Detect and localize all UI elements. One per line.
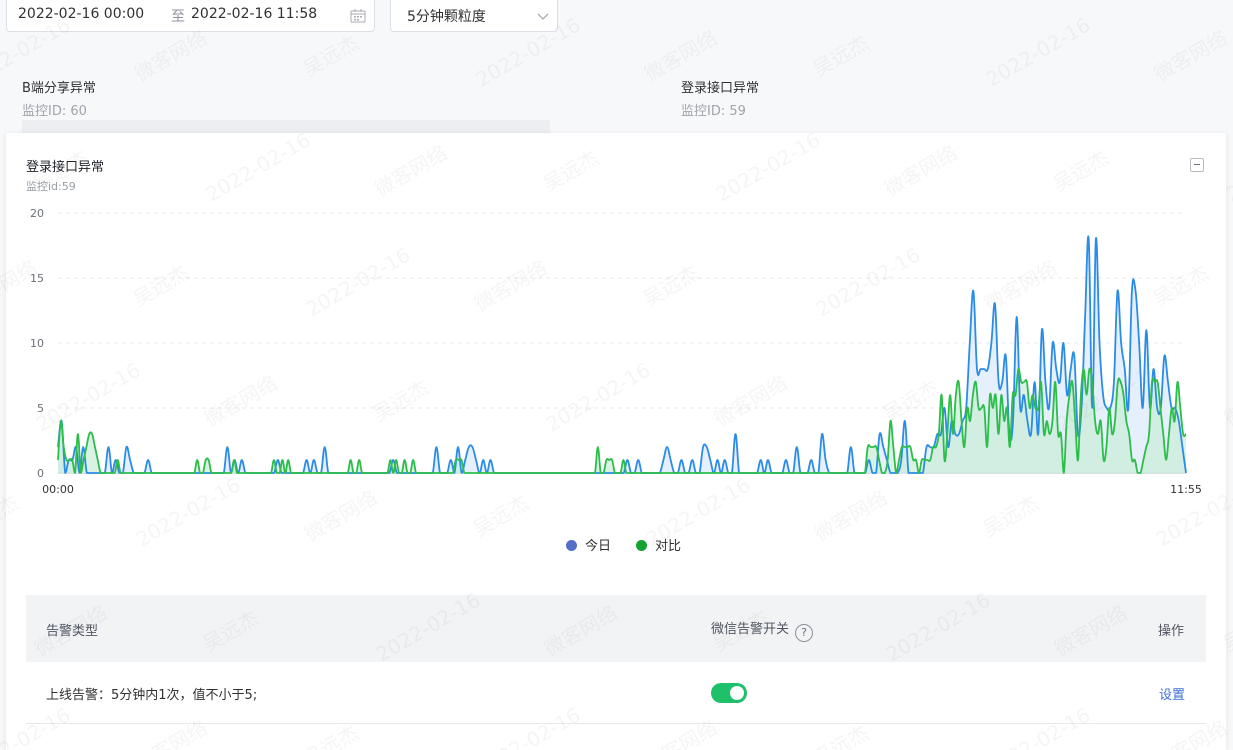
help-icon[interactable]: ? (795, 624, 814, 642)
trend-chart: 0 5 10 15 20 00:00 11:55 (30, 207, 1202, 496)
panel-monitor-id: 监控id:59 (26, 180, 76, 193)
legend-label-compare: 对比 (655, 539, 682, 554)
toolbar: 2022-02-16 00:00 至 2022-02-16 11:58 5分钟颗… (0, 0, 1233, 40)
chevron-down-icon (537, 9, 549, 25)
monitor-card-id-60: 监控ID: 60 (22, 104, 87, 119)
legend-dot-today (566, 540, 577, 551)
granularity-select[interactable]: 5分钟颗粒度 (390, 0, 558, 32)
monitor-detail-panel: 登录接口异常 监控id:59 0 5 10 15 20 00:00 11:55 今日 对比 … (6, 133, 1226, 750)
table-header: 告警类型 微信告警开关? 操作 (26, 595, 1206, 662)
header-ops: 操作 (1158, 624, 1185, 639)
range-separator: 至 (171, 9, 185, 25)
alert-rule-text: 上线告警：5分钟内1次，值不小于5; (46, 688, 258, 703)
legend-item-today[interactable]: 今日 (566, 535, 611, 554)
x-tick-label-start: 00:00 (42, 483, 74, 496)
legend-dot-compare (636, 540, 647, 551)
granularity-value: 5分钟颗粒度 (407, 9, 486, 25)
y-tick-label: 0 (37, 467, 44, 480)
legend-item-compare[interactable]: 对比 (636, 535, 681, 554)
y-tick-label: 5 (37, 402, 44, 415)
legend-label-today: 今日 (585, 539, 612, 554)
start-time-input[interactable]: 2022-02-16 00:00 (18, 6, 144, 22)
panel-title: 登录接口异常 (26, 160, 105, 175)
y-tick-label: 15 (30, 272, 44, 285)
y-tick-label: 20 (30, 207, 44, 220)
toggle-knob (730, 686, 744, 700)
header-alert-type: 告警类型 (46, 624, 99, 639)
date-range-picker[interactable]: 2022-02-16 00:00 至 2022-02-16 11:58 (6, 0, 375, 32)
x-tick-label-end: 11:55 (1170, 483, 1202, 496)
header-wechat-label: 微信告警开关 (711, 622, 790, 637)
header-wechat-switch: 微信告警开关? (711, 618, 814, 642)
card-chart-strip (22, 120, 550, 134)
end-time-input[interactable]: 2022-02-16 11:58 (191, 6, 317, 22)
y-tick-label: 10 (30, 337, 44, 350)
collapse-icon[interactable] (1190, 158, 1204, 172)
calendar-icon[interactable] (350, 9, 366, 27)
alert-table: 告警类型 微信告警开关? 操作 上线告警：5分钟内1次，值不小于5; 设置 (26, 595, 1206, 724)
monitor-card-title-60[interactable]: B端分享异常 (22, 77, 96, 96)
table-row: 上线告警：5分钟内1次，值不小于5; 设置 (26, 662, 1206, 724)
wechat-alert-toggle[interactable] (711, 683, 747, 703)
settings-link[interactable]: 设置 (1159, 684, 1185, 703)
monitor-card-title-59[interactable]: 登录接口异常 (681, 77, 759, 96)
monitor-card-id-59: 监控ID: 59 (681, 104, 746, 119)
